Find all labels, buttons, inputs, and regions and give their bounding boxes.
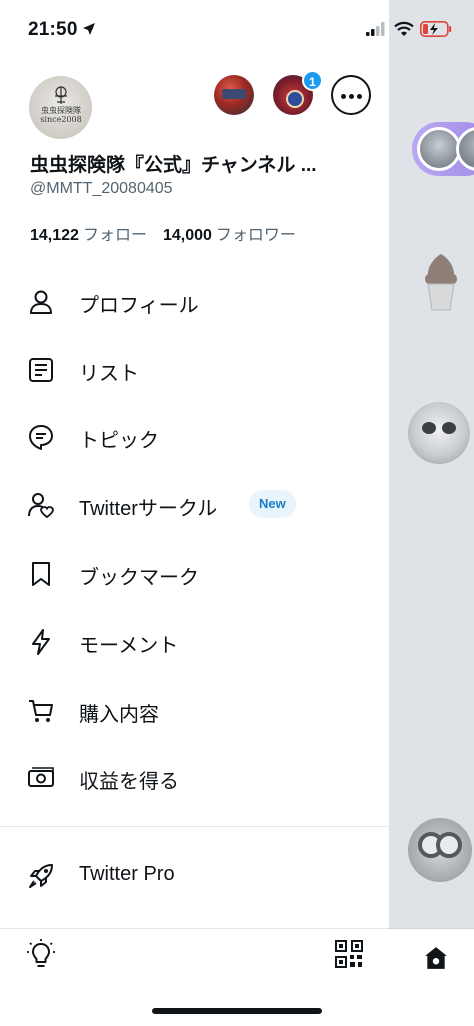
follow-stats: 14,122 フォロー 14,000 フォロワー	[30, 221, 296, 245]
avatar-owl[interactable]	[408, 818, 472, 882]
followers-link[interactable]: 14,000 フォロワー	[163, 227, 296, 244]
menu-label: プロフィール	[79, 295, 199, 317]
person-icon	[30, 290, 52, 314]
circle-people-icon	[28, 493, 54, 519]
dot-icon	[349, 94, 354, 99]
rocket-icon	[29, 864, 53, 888]
dot-icon	[357, 94, 362, 99]
lightning-icon	[32, 629, 50, 655]
display-name[interactable]: 虫虫探険隊『公式』チャンネル ...	[30, 150, 360, 177]
menu-label: 収益を得る	[79, 771, 179, 793]
list-icon	[29, 358, 53, 382]
status-time: 21:50	[28, 19, 78, 40]
menu-item-purchases[interactable]: 購入内容	[0, 682, 389, 740]
followers-count: 14,000	[162, 227, 212, 244]
bottom-tab-bar	[389, 928, 474, 1026]
followers-label: フォロワー	[215, 227, 296, 244]
menu-label: リスト	[79, 363, 139, 385]
wifi-icon	[394, 21, 414, 36]
menu-label: Twitterサークル	[79, 498, 218, 520]
profile-avatar[interactable]: 虫虫探険隊 since2008	[29, 76, 92, 139]
menu-item-bookmarks[interactable]: ブックマーク	[0, 545, 389, 603]
new-badge: New	[249, 490, 296, 518]
menu-label: Twitter Pro	[79, 863, 175, 885]
qr-code-icon[interactable]	[335, 940, 363, 968]
notification-badge: 1	[302, 70, 323, 91]
avatar-panda[interactable]	[408, 402, 470, 464]
divider	[0, 826, 389, 827]
following-count: 14,122	[30, 227, 79, 244]
home-icon[interactable]	[423, 945, 449, 971]
menu-item-twitter-pro[interactable]: Twitter Pro	[0, 847, 389, 905]
location-arrow-icon	[83, 23, 95, 35]
logo-mark-icon	[55, 86, 67, 104]
lightbulb-icon[interactable]	[26, 938, 56, 970]
status-bar: 21:50	[0, 0, 389, 60]
menu-label: 購入内容	[79, 704, 159, 726]
dot-icon	[341, 94, 346, 99]
tweet-image-icecream	[425, 254, 457, 311]
menu-label: ブックマーク	[79, 567, 199, 589]
menu-label: トピック	[79, 430, 159, 452]
bookmark-icon	[32, 562, 50, 586]
menu-item-twitter-circle[interactable]: Twitterサークル New	[0, 476, 389, 534]
status-indicators	[366, 18, 474, 42]
fleet-avatars[interactable]	[412, 122, 474, 176]
following-link[interactable]: 14,122 フォロー	[30, 227, 147, 244]
menu-item-lists[interactable]: リスト	[0, 341, 389, 399]
home-indicator	[152, 1008, 322, 1014]
user-handle[interactable]: @MMTT_20080405	[30, 180, 173, 198]
following-label: フォロー	[82, 227, 147, 244]
menu-item-moments[interactable]: モーメント	[0, 613, 389, 671]
menu-label: モーメント	[79, 635, 179, 657]
topic-icon	[29, 425, 53, 450]
battery-low-charging-icon	[420, 21, 452, 37]
avatar-logo-text: 虫虫探険隊 since2008	[40, 106, 82, 124]
menu-item-topics[interactable]: トピック	[0, 408, 389, 466]
menu-item-monetization[interactable]: 収益を得る	[0, 749, 389, 807]
switch-account-avatar-1[interactable]	[214, 75, 254, 115]
money-icon	[28, 767, 54, 787]
cart-icon	[29, 700, 53, 722]
menu-item-profile[interactable]: プロフィール	[0, 273, 389, 331]
cellular-signal-icon	[366, 22, 385, 36]
more-accounts-button[interactable]	[331, 75, 371, 115]
